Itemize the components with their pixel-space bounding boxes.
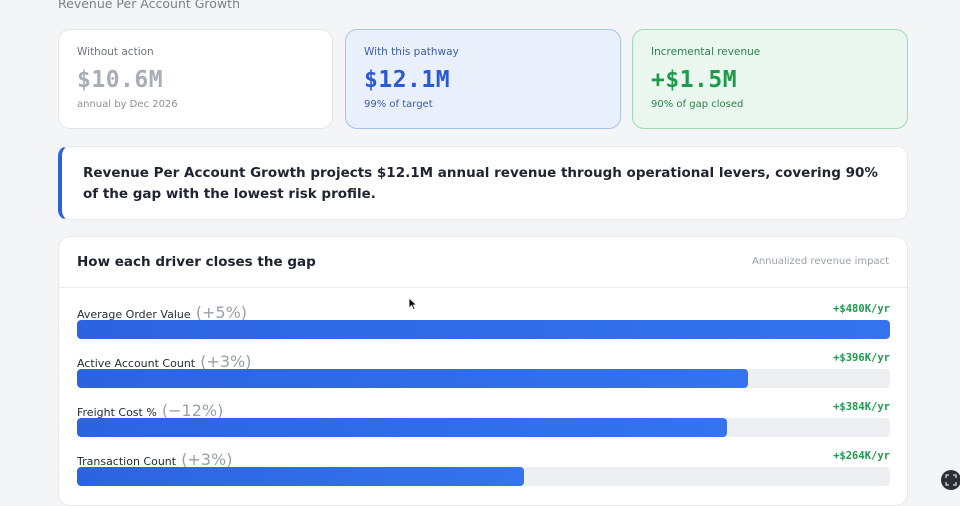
card-label: Incremental revenue: [651, 46, 761, 58]
card-value: +$1.5M: [651, 67, 738, 93]
drivers-panel: How each driver closes the gap Annualize…: [58, 236, 908, 506]
expand-icon[interactable]: [941, 470, 960, 490]
driver-row-active-account-count: Active Account Count (+3%) +$396K/yr: [77, 352, 890, 388]
driver-bar-track: [77, 418, 890, 437]
card-sub: annual by Dec 2026: [77, 99, 178, 110]
drivers-header: How each driver closes the gap Annualize…: [59, 237, 907, 288]
driver-impact: +$264K/yr: [833, 450, 890, 462]
driver-bar-track: [77, 467, 890, 486]
card-label: Without action: [77, 46, 154, 58]
driver-impact: +$384K/yr: [833, 401, 890, 413]
card-with-pathway: With this pathway $12.1M 99% of target: [345, 29, 621, 129]
driver-row-average-order-value: Average Order Value (+5%) +$480K/yr: [77, 303, 890, 339]
drivers-title: How each driver closes the gap: [77, 254, 316, 270]
driver-impact: +$480K/yr: [833, 303, 890, 315]
driver-bar-track: [77, 369, 890, 388]
card-incremental-revenue: Incremental revenue +$1.5M 90% of gap cl…: [632, 29, 908, 129]
card-value: $10.6M: [77, 67, 164, 93]
driver-row-transaction-count: Transaction Count (+3%) +$264K/yr: [77, 450, 890, 486]
card-value: $12.1M: [364, 67, 451, 93]
drivers-note: Annualized revenue impact: [751, 256, 889, 267]
driver-bar-fill: [77, 369, 748, 388]
driver-bar-fill: [77, 467, 525, 486]
card-label: With this pathway: [364, 46, 459, 58]
insight-callout: Revenue Per Account Growth projects $12.…: [58, 146, 908, 220]
mouse-pointer-icon: [408, 297, 418, 311]
driver-bar-fill: [77, 320, 890, 339]
card-sub: 90% of gap closed: [651, 99, 744, 110]
driver-bar-fill: [77, 418, 728, 437]
driver-row-freight-cost: Freight Cost % (−12%) +$384K/yr: [77, 401, 890, 437]
card-sub: 99% of target: [364, 99, 433, 110]
card-without-action: Without action $10.6M annual by Dec 2026: [58, 29, 333, 129]
insight-text: Revenue Per Account Growth projects $12.…: [83, 165, 878, 202]
driver-bar-track: [77, 320, 890, 339]
driver-impact: +$396K/yr: [833, 352, 890, 364]
section-title: Revenue Per Account Growth: [58, 0, 240, 11]
